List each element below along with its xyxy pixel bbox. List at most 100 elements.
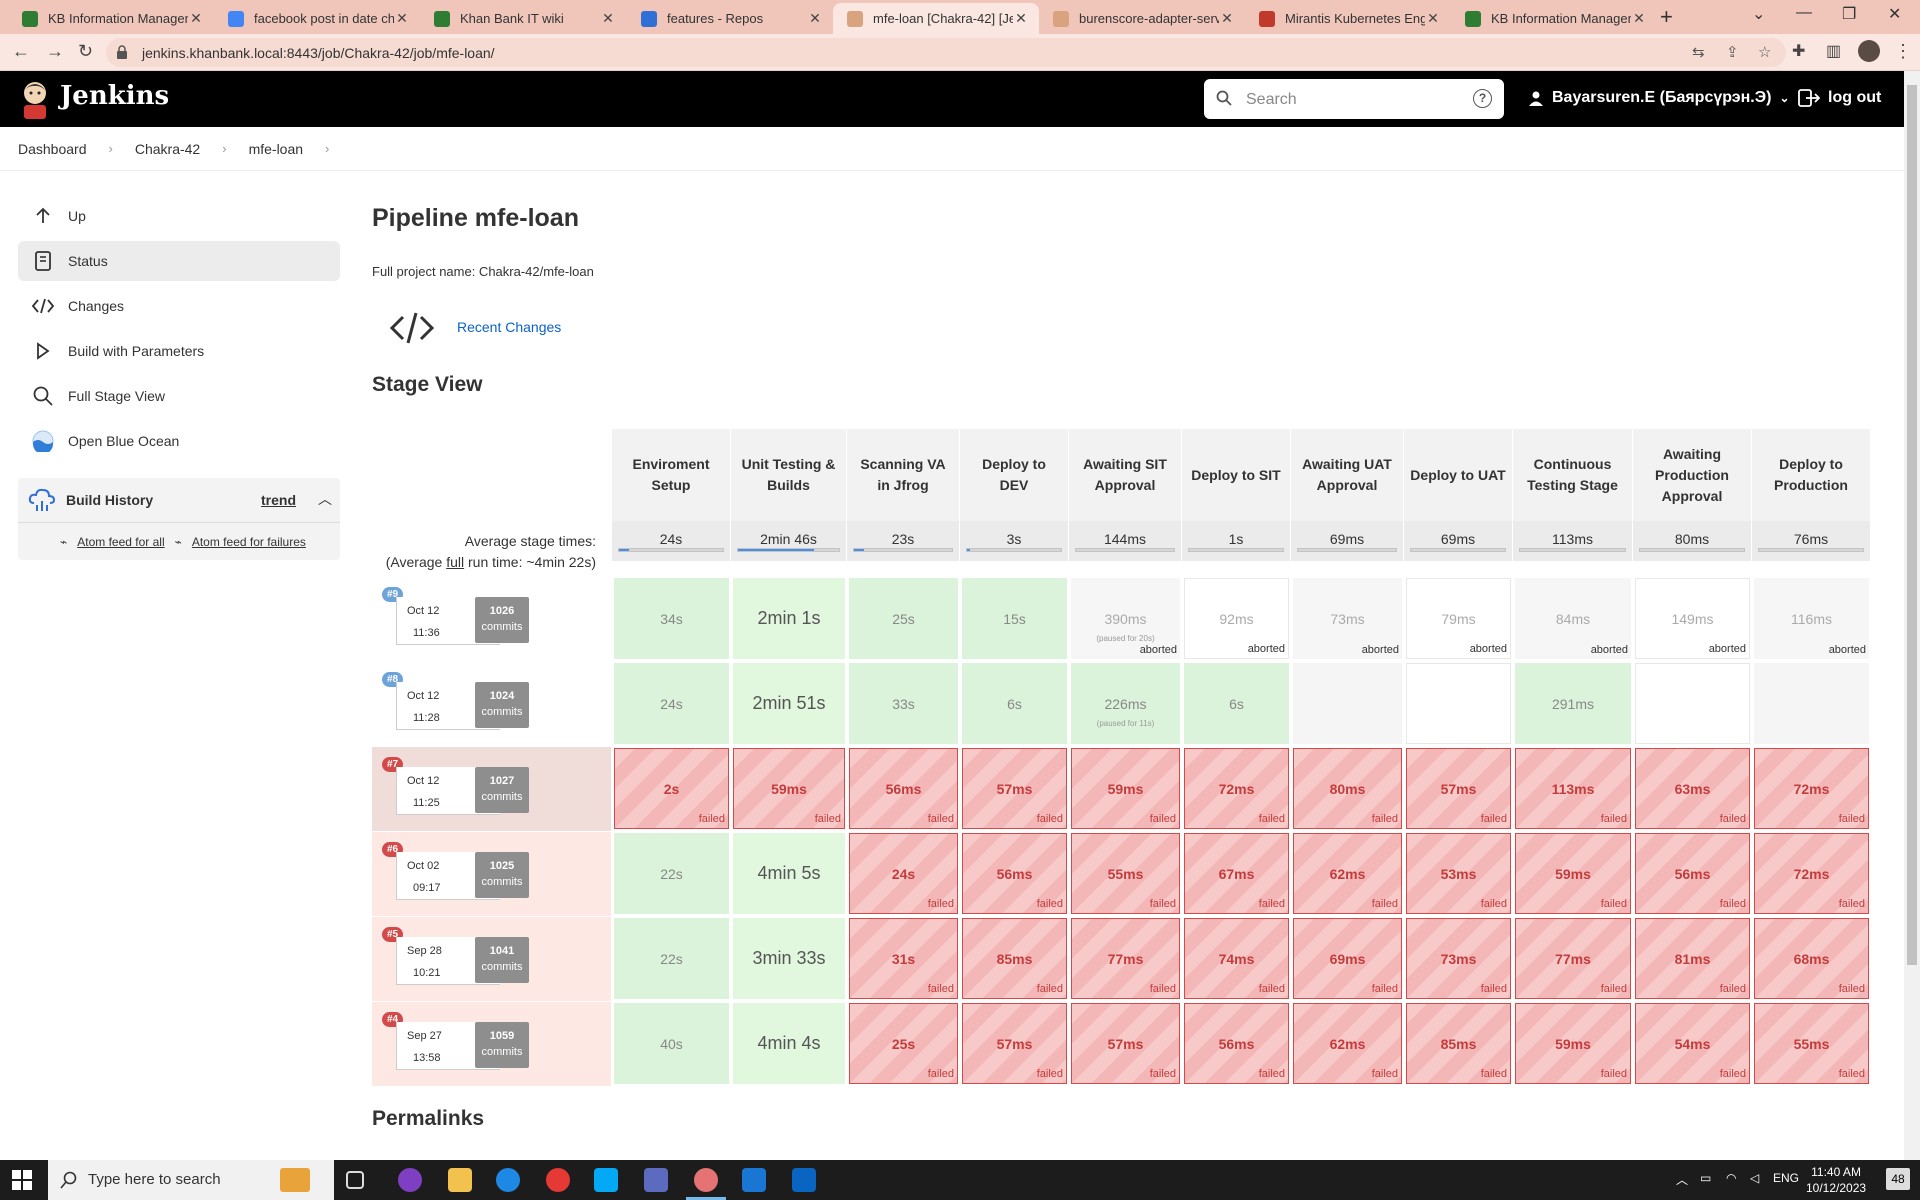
stage-cell[interactable]: 56ms failed [1635,833,1750,914]
share-icon[interactable]: ⇪ [1726,43,1739,61]
stage-cell[interactable]: 57ms failed [962,1003,1067,1084]
stage-cell[interactable]: 22s [614,918,729,999]
stage-cell[interactable]: 77ms failed [1515,918,1631,999]
stage-cell[interactable]: 62ms failed [1293,833,1402,914]
bookmark-star-icon[interactable]: ☆ [1758,43,1771,61]
language-indicator[interactable]: ENG [1773,1171,1799,1185]
stage-cell[interactable]: 55ms failed [1071,833,1180,914]
sidebar-item-changes[interactable]: Changes [18,286,340,326]
sidebar-item-open-blue-ocean[interactable]: Open Blue Ocean [18,421,340,461]
stage-cell[interactable]: 15s [962,578,1067,659]
stage-cell[interactable]: 2s failed [614,748,729,829]
stage-cell[interactable]: 116ms aborted [1754,578,1869,659]
page-scrollbar[interactable] [1904,71,1920,1160]
edge-icon[interactable] [496,1168,520,1192]
stage-cell[interactable]: 63ms failed [1635,748,1750,829]
sidepanel-icon[interactable]: ▥ [1826,41,1841,61]
minimize-button[interactable]: — [1796,4,1812,22]
windows-start-icon[interactable] [12,1170,32,1190]
stage-cell[interactable]: 73ms aborted [1293,578,1402,659]
close-icon[interactable]: ✕ [1631,10,1647,27]
stage-cell[interactable]: 77ms failed [1071,918,1180,999]
browser-tab[interactable]: Khan Bank IT wiki ✕ [420,3,626,34]
close-icon[interactable]: ✕ [1425,10,1441,27]
logout-link[interactable]: log out [1798,89,1881,107]
stage-cell[interactable]: 67ms failed [1184,833,1289,914]
file-explorer-icon[interactable] [448,1168,472,1192]
commits-badge[interactable]: 1024 commits [475,682,529,728]
stage-cell[interactable]: 69ms failed [1293,918,1402,999]
close-icon[interactable]: ✕ [1219,10,1235,27]
stage-cell[interactable]: 73ms failed [1406,918,1511,999]
jenkins-title[interactable]: Jenkins [60,81,169,111]
stage-cell[interactable] [1406,663,1511,744]
stage-cell[interactable]: 56ms failed [849,748,958,829]
stage-cell[interactable]: 24s failed [849,833,958,914]
stage-cell[interactable]: 31s failed [849,918,958,999]
vscode-icon[interactable] [742,1168,766,1192]
search-box[interactable]: Search ? [1204,79,1504,119]
new-tab-button[interactable]: + [1660,4,1673,30]
stage-cell[interactable]: 85ms failed [962,918,1067,999]
chrome-profile-icon[interactable] [694,1168,718,1192]
extensions-icon[interactable]: ✚ [1792,41,1805,61]
browser-menu-icon[interactable]: ⋮ [1894,41,1912,62]
stage-cell[interactable]: 34s [614,578,729,659]
stage-cell[interactable]: 2min 51s [733,663,845,744]
breadcrumb-mfe-loan[interactable]: mfe-loan [249,141,303,157]
stage-cell[interactable]: 68ms failed [1754,918,1869,999]
stage-cell[interactable]: 92ms aborted [1184,578,1289,659]
browser-tab[interactable]: features - Repos ✕ [627,3,833,34]
stage-cell[interactable]: 84ms aborted [1515,578,1631,659]
atom-feed-all-link[interactable]: Atom feed for all [77,535,164,549]
close-icon[interactable]: ✕ [1013,10,1029,27]
stage-cell[interactable]: 62ms failed [1293,1003,1402,1084]
url-field[interactable]: jenkins.khanbank.local:8443/job/Chakra-4… [106,38,1786,67]
stage-cell[interactable] [1635,663,1750,744]
volume-icon[interactable]: ◁ [1750,1171,1759,1185]
browser-tab[interactable]: facebook post in date char ✕ [214,3,420,34]
stage-cell[interactable]: 53ms failed [1406,833,1511,914]
teams-icon[interactable] [644,1168,668,1192]
stage-cell[interactable]: 59ms failed [1515,833,1631,914]
stage-cell[interactable]: 6s [1184,663,1289,744]
stage-cell[interactable]: 74ms failed [1184,918,1289,999]
task-view-icon[interactable] [346,1171,364,1189]
stage-cell[interactable]: 40s [614,1003,729,1084]
tab-search-icon[interactable]: ⌄ [1752,4,1765,24]
recent-changes-link[interactable]: Recent Changes [457,319,561,335]
stage-cell[interactable]: 72ms failed [1184,748,1289,829]
browser-tab[interactable]: burenscore-adapter-servic ✕ [1039,3,1245,34]
search-input[interactable]: Search [1246,91,1297,109]
commits-badge[interactable]: 1027 commits [475,767,529,813]
help-icon[interactable]: ? [1473,89,1492,108]
chevron-right-icon[interactable]: › [325,141,329,156]
commits-badge[interactable]: 1025 commits [475,852,529,898]
stage-cell[interactable]: 59ms failed [733,748,845,829]
stage-cell[interactable]: 3min 33s [733,918,845,999]
stage-cell[interactable]: 4min 5s [733,833,845,914]
stage-cell[interactable]: 72ms failed [1754,748,1869,829]
chevron-up-icon[interactable]: ︿ [318,489,332,509]
profile-avatar[interactable] [1858,40,1880,62]
taskbar-search[interactable]: Type here to search [48,1160,334,1200]
stage-cell[interactable]: 149ms aborted [1635,578,1750,659]
stage-cell[interactable]: 79ms aborted [1406,578,1511,659]
battery-icon[interactable]: ▭ [1700,1171,1711,1185]
close-icon[interactable]: ✕ [188,10,204,27]
browser-tab[interactable]: KB Information Manageme ✕ [8,3,214,34]
stage-cell[interactable]: 291ms [1515,663,1631,744]
sidebar-item-up[interactable]: Up [18,196,340,236]
stage-cell[interactable]: 24s [614,663,729,744]
stage-cell[interactable]: 22s [614,833,729,914]
breadcrumb-dashboard[interactable]: Dashboard [18,141,87,157]
translate-icon[interactable]: ⇆ [1692,43,1705,61]
restore-button[interactable]: ❐ [1842,4,1856,24]
breadcrumb-chakra-42[interactable]: Chakra-42 [135,141,200,157]
stage-cell[interactable]: 85ms failed [1406,1003,1511,1084]
chevron-up-icon[interactable]: ︿ [1676,1171,1688,1188]
commits-badge[interactable]: 1041 commits [475,937,529,983]
app-icon-1[interactable] [398,1168,422,1192]
commits-badge[interactable]: 1059 commits [475,1022,529,1068]
browser-tab[interactable]: Mirantis Kubernetes Engin ✕ [1245,3,1451,34]
